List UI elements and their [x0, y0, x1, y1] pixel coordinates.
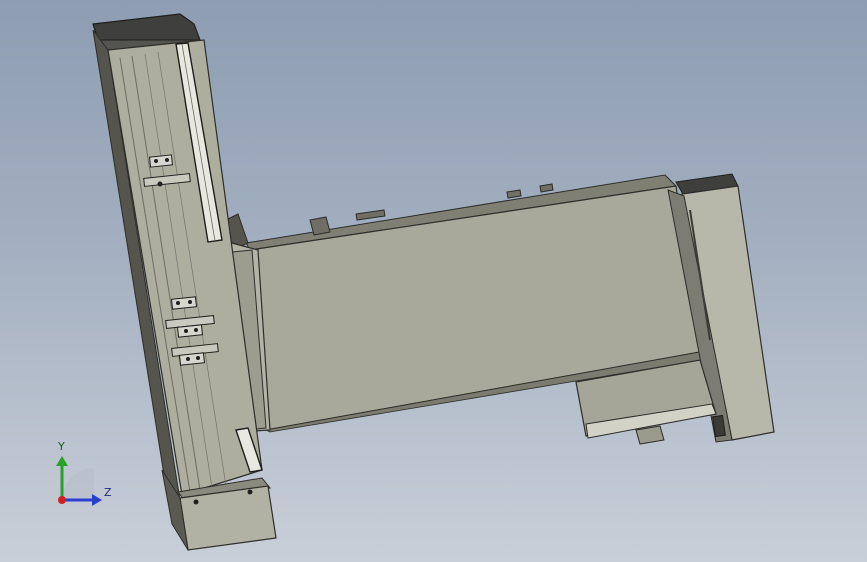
- arm-top-bracket-2: [355, 209, 386, 221]
- column-bottom-block: [179, 485, 277, 551]
- arm-top-bracket-3: [506, 189, 522, 199]
- arm-top-bracket-1: [309, 216, 331, 236]
- x-axis-origin: [58, 496, 66, 504]
- triad-graphic: [56, 456, 102, 506]
- sensor-bracket[interactable]: [148, 154, 174, 168]
- z-axis-label: Z: [104, 486, 112, 499]
- sensor-bracket[interactable]: [170, 296, 198, 310]
- bottom-block-bolt: [247, 489, 253, 495]
- coordinate-triad: Y Z: [40, 436, 120, 516]
- arm-top-bracket-4: [539, 183, 554, 193]
- cad-viewport[interactable]: Y Z: [0, 0, 867, 562]
- linear-module-assembly-model[interactable]: [0, 0, 867, 562]
- bottom-block-bolt: [193, 499, 199, 505]
- end-cap-clip: [712, 414, 726, 438]
- y-axis-label: Y: [58, 440, 65, 453]
